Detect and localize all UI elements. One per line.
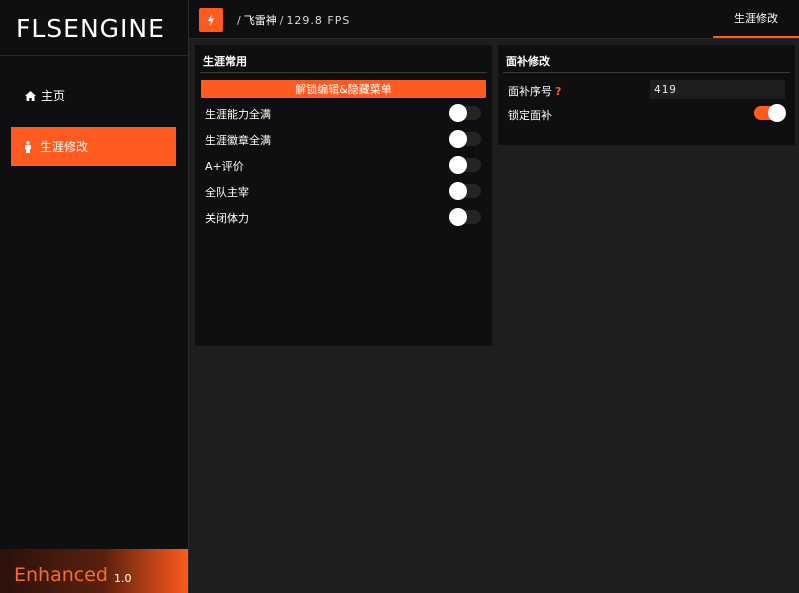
- toggle-label: 关闭体力: [205, 212, 249, 225]
- toggle-career-badges-max[interactable]: [449, 130, 481, 148]
- home-icon: [25, 90, 39, 101]
- face-id-label-text: 面补序号: [508, 85, 552, 98]
- toggle-disable-stamina[interactable]: [449, 208, 481, 226]
- breadcrumb: / 飞雷神/129.8 FPS: [234, 12, 350, 28]
- breadcrumb-separator: /: [279, 14, 284, 27]
- lock-face-label: 锁定面补: [508, 109, 552, 122]
- toggle-label: A+评价: [205, 160, 244, 173]
- toggle-knob: [768, 104, 786, 122]
- brand-name: Enhanced: [14, 564, 108, 586]
- app-logo: FLSENGINE: [16, 14, 165, 43]
- divider: [200, 72, 487, 73]
- toggle-team-dominate[interactable]: [449, 182, 481, 200]
- divider: [0, 55, 188, 56]
- lightning-icon: [208, 14, 214, 26]
- face-id-label: 面补序号?: [508, 83, 561, 99]
- panel-title: 生涯常用: [203, 55, 247, 68]
- toggle-label: 生涯徽章全满: [205, 134, 271, 147]
- toggle-label: 全队主宰: [205, 186, 249, 199]
- sidebar-item-label: 主页: [41, 89, 66, 103]
- sidebar-item-label: 生涯修改: [40, 140, 89, 154]
- divider: [503, 72, 790, 73]
- person-icon: [24, 140, 38, 153]
- top-bar: / 飞雷神/129.8 FPS 生涯修改: [189, 0, 799, 39]
- toggle-career-ability-max[interactable]: [449, 104, 481, 122]
- toggle-knob: [449, 104, 467, 122]
- fps-readout: 129.8 FPS: [286, 14, 351, 27]
- toggle-knob: [449, 130, 467, 148]
- sidebar-item-home[interactable]: 主页: [11, 76, 176, 115]
- brand-version: 1.0: [114, 572, 132, 585]
- tab-career-edit[interactable]: 生涯修改: [713, 0, 799, 38]
- lightning-button[interactable]: [199, 8, 223, 32]
- brand-footer: Enhanced 1.0: [0, 549, 188, 593]
- sidebar: FLSENGINE 主页 生涯修改 Enhanced 1.0: [0, 0, 189, 593]
- career-common-panel: 生涯常用 解锁编辑&隐藏菜单 生涯能力全满 生涯徽章全满 A+评价 全队主宰 关…: [195, 45, 492, 346]
- toggle-knob: [449, 208, 467, 226]
- toggle-label: 生涯能力全满: [205, 108, 271, 121]
- toggle-knob: [449, 156, 467, 174]
- toggle-knob: [449, 182, 467, 200]
- help-icon[interactable]: ?: [555, 85, 561, 98]
- sidebar-item-career-edit[interactable]: 生涯修改: [11, 127, 176, 166]
- face-edit-panel: 面补修改 面补序号? 锁定面补: [498, 45, 795, 145]
- face-id-input[interactable]: [650, 80, 785, 99]
- panel-title: 面补修改: [506, 55, 550, 68]
- unlock-edit-hide-menu-button[interactable]: 解锁编辑&隐藏菜单: [201, 80, 486, 98]
- breadcrumb-game: 飞雷神: [243, 14, 277, 27]
- toggle-a-plus-rating[interactable]: [449, 156, 481, 174]
- breadcrumb-separator: /: [237, 14, 241, 27]
- toggle-lock-face[interactable]: [754, 104, 786, 122]
